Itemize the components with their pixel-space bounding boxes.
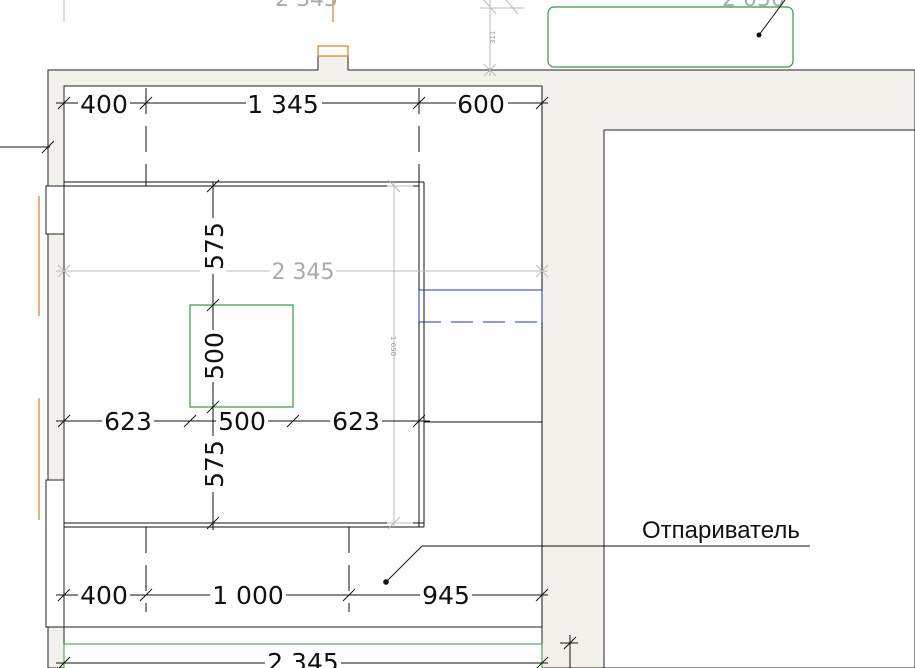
dim-623-right: 623 [332, 407, 380, 436]
dim-2345-bottom: 2 345 [267, 648, 339, 668]
dim-400-bottom: 400 [80, 581, 128, 610]
dim-575-top: 575 [200, 222, 229, 270]
top-partial-dim-right: 2 050 [722, 0, 785, 12]
dim-945: 945 [422, 581, 470, 610]
dim-500-vertical: 500 [200, 332, 229, 380]
top-partial: 2 345 2 050 311 [63, 0, 794, 77]
dim-500-horizontal: 500 [218, 407, 266, 436]
walls [0, 45, 915, 668]
top-partial-dim-left: 2 345 [275, 0, 338, 12]
dim-575-bottom: 575 [200, 440, 229, 488]
dim-1650: 1 650 [389, 336, 397, 356]
dim-1000: 1 000 [212, 581, 284, 610]
small-vertical-dim: 311 [489, 31, 497, 44]
dims-square-row: 623 500 623 [56, 407, 430, 436]
dim-623-left: 623 [104, 407, 152, 436]
dims-vertical: 575 500 575 [200, 179, 229, 530]
dim-2345-gray: 2 345 [272, 260, 335, 285]
vent [317, 45, 349, 57]
dim-600: 600 [457, 90, 505, 119]
floor-plan: 2 345 2 050 311 400 1 345 600 [0, 0, 915, 668]
cabinet-outline-top [547, 6, 794, 68]
dim-400-top: 400 [80, 90, 128, 119]
dim-1345: 1 345 [247, 90, 319, 119]
bottom-partial: 2 345 [56, 635, 578, 668]
callout-label-steamer: Отпариватель [642, 517, 800, 544]
